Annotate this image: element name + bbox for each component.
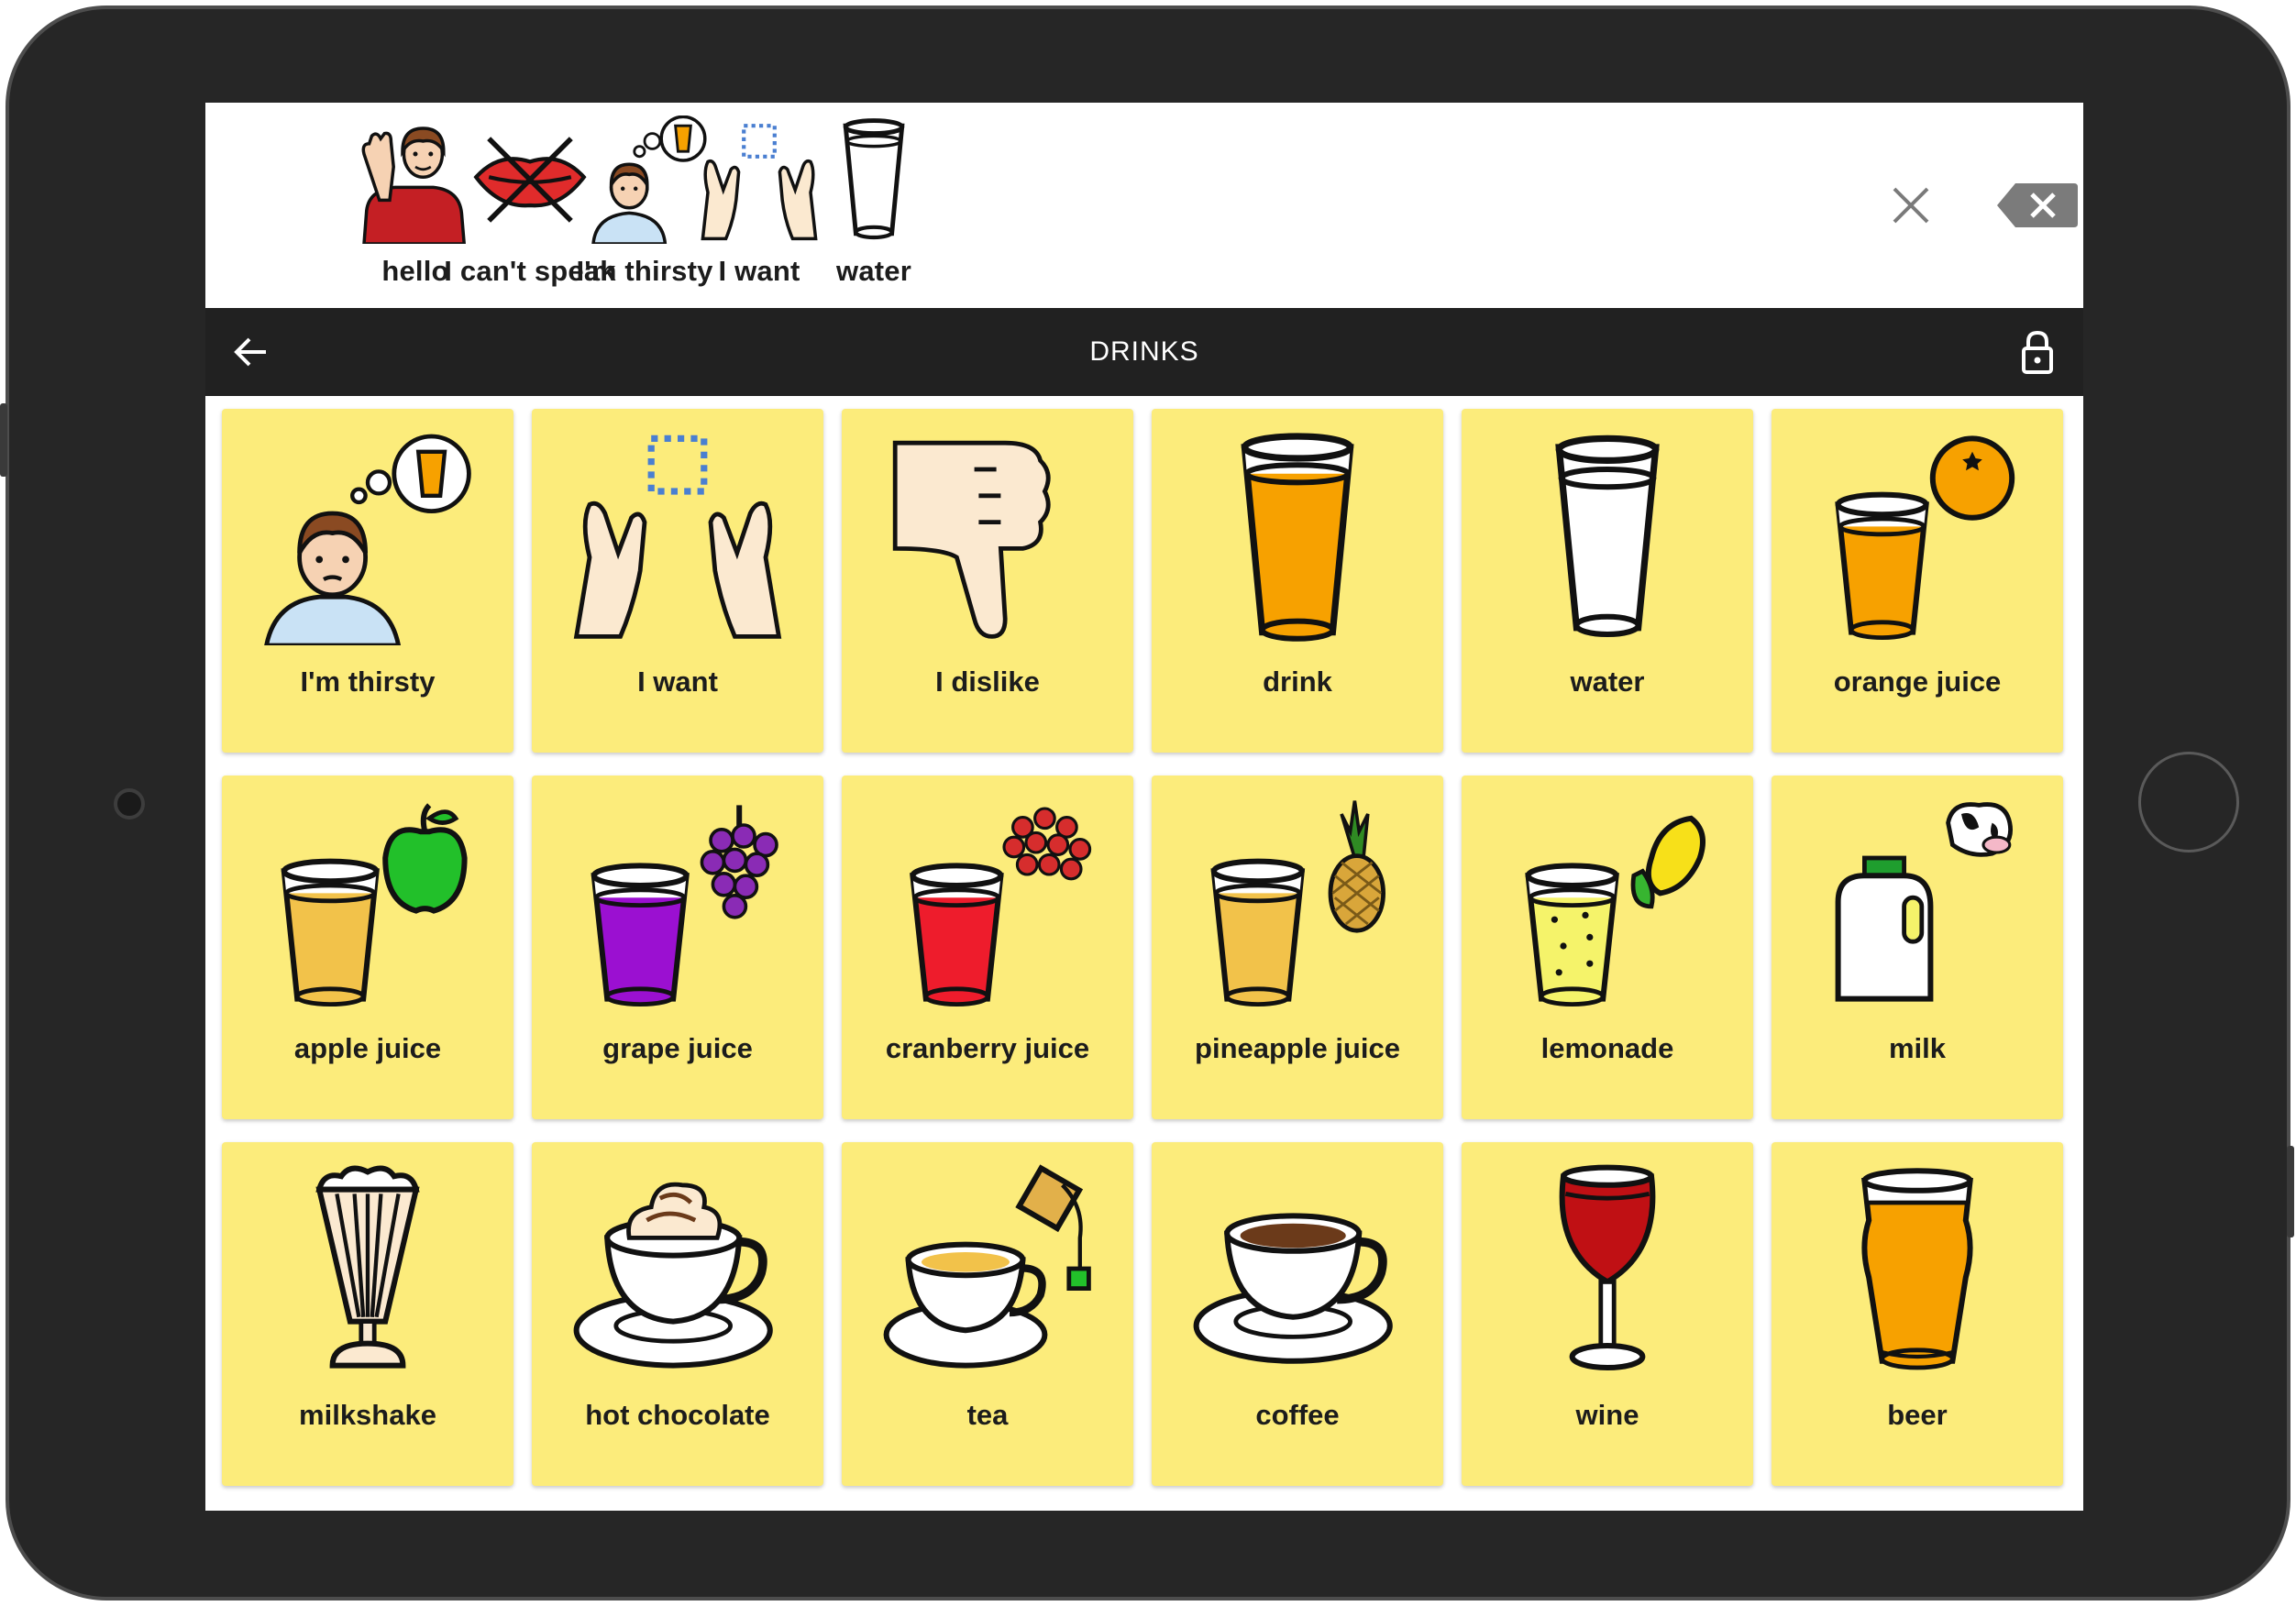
tile-label: tea (966, 1399, 1009, 1431)
home-button[interactable] (2138, 752, 2239, 852)
water-glass-icon (1555, 434, 1660, 637)
tile-im-thirsty[interactable]: I'm thirsty (222, 409, 513, 753)
tile-label: beer (1887, 1399, 1948, 1431)
tile-milkshake[interactable]: milkshake (222, 1142, 513, 1486)
tile-grape-juice[interactable]: grape juice (532, 776, 823, 1119)
backspace-icon[interactable] (1993, 180, 2081, 231)
tile-label: drink (1263, 666, 1332, 698)
tile-beer[interactable]: beer (1772, 1142, 2063, 1486)
tea-icon (883, 1164, 1091, 1369)
category-header: DRINKS (205, 308, 2083, 396)
front-camera (114, 788, 145, 820)
tile-milk[interactable]: milk (1772, 776, 2063, 1119)
tile-lemonade[interactable]: lemonade (1462, 776, 1753, 1119)
tile-label: hot chocolate (585, 1399, 770, 1431)
hot-chocolate-icon (573, 1182, 773, 1369)
tile-label: lemonade (1540, 1032, 1674, 1064)
tile-hot-chocolate[interactable]: hot chocolate (532, 1142, 823, 1486)
grape-juice-icon (591, 805, 778, 1006)
power-button (2287, 1146, 2294, 1238)
thirsty-icon (264, 434, 471, 645)
thumbs-down-icon (892, 440, 1051, 639)
tile-label: orange juice (1833, 666, 2002, 698)
tile-cranberry-juice[interactable]: cranberry juice (842, 776, 1133, 1119)
want-icon (573, 434, 782, 639)
tile-label: wine (1575, 1399, 1639, 1431)
sentence-bar: hello I can't speak I'm thirsty I want w… (205, 103, 2083, 308)
tile-wine[interactable]: wine (1462, 1142, 1753, 1486)
tile-drink[interactable]: drink (1152, 409, 1443, 753)
tile-apple-juice[interactable]: apple juice (222, 776, 513, 1119)
page-title: DRINKS (1089, 336, 1199, 367)
drink-icon (1241, 433, 1354, 642)
wine-icon (1559, 1164, 1656, 1370)
lock-icon[interactable] (2014, 328, 2061, 376)
arrow-left-icon[interactable] (226, 326, 277, 378)
tile-water[interactable]: water (1462, 409, 1753, 753)
tile-label: grape juice (602, 1032, 753, 1064)
cranberry-juice-icon (910, 807, 1092, 1006)
pineapple-juice-icon (1210, 800, 1385, 1006)
beer-icon (1861, 1168, 1973, 1370)
symbol-grid: I'm thirsty I want I dislike drink water… (205, 396, 2083, 1511)
tile-pineapple-juice[interactable]: pineapple juice (1152, 776, 1443, 1119)
apple-juice-icon (281, 803, 468, 1006)
volume-button (0, 403, 7, 477)
tile-label: milk (1888, 1032, 1947, 1064)
tile-label: I dislike (935, 666, 1040, 698)
orange-juice-icon (1835, 435, 2015, 640)
milkshake-icon (315, 1165, 420, 1369)
tile-label: cranberry juice (885, 1032, 1090, 1064)
sentence-item-label: water (836, 255, 911, 287)
app-screen: hello I can't speak I'm thirsty I want w… (205, 103, 2083, 1511)
tile-label: I'm thirsty (300, 666, 436, 698)
sentence-item-water[interactable]: water (787, 116, 961, 299)
tile-orange-juice[interactable]: orange juice (1772, 409, 2063, 753)
tile-coffee[interactable]: coffee (1152, 1142, 1443, 1486)
tile-i-dislike[interactable]: I dislike (842, 409, 1133, 753)
water-glass-icon (843, 118, 905, 240)
coffee-icon (1193, 1213, 1393, 1364)
tile-label: apple juice (293, 1032, 442, 1064)
tile-i-want[interactable]: I want (532, 409, 823, 753)
lemonade-icon (1525, 815, 1705, 1006)
tile-label: pineapple juice (1195, 1032, 1400, 1064)
tile-label: coffee (1255, 1399, 1340, 1431)
tile-label: I want (637, 666, 718, 698)
tile-label: water (1570, 666, 1645, 698)
milk-icon (1835, 802, 2013, 1002)
tile-label: milkshake (299, 1399, 436, 1431)
tile-tea[interactable]: tea (842, 1142, 1133, 1486)
close-icon[interactable] (1883, 178, 1938, 233)
